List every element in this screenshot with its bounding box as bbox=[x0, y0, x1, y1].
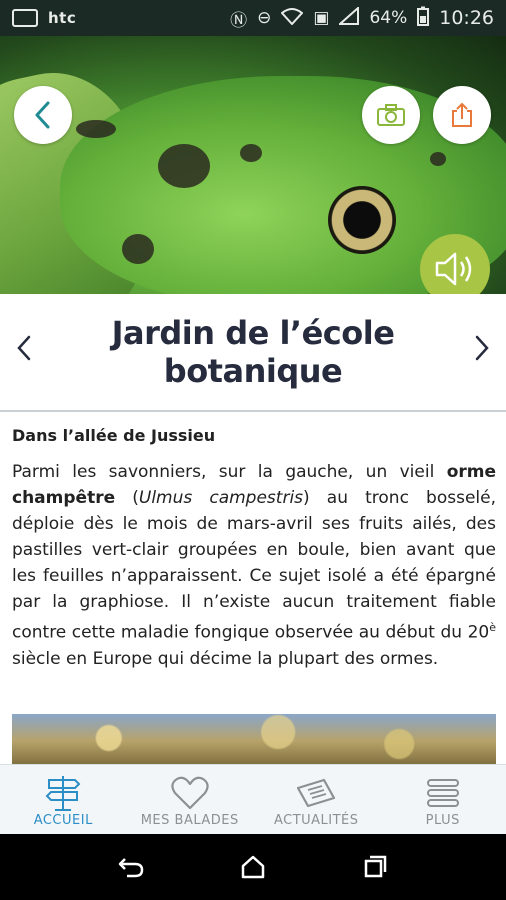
back-arrow-icon bbox=[118, 858, 144, 878]
tab-label: PLUS bbox=[425, 813, 460, 828]
frog-spot bbox=[158, 144, 210, 188]
cast-icon: ▣ bbox=[313, 8, 330, 28]
frog-spot bbox=[122, 234, 154, 264]
system-home-button[interactable] bbox=[233, 847, 273, 887]
tab-actualites[interactable]: ACTUALITÉS bbox=[253, 765, 380, 834]
speaker-icon bbox=[435, 252, 472, 286]
para-text: ) au tronc bosselé, déploie dès le mois … bbox=[12, 488, 496, 643]
carrier-brand: htc bbox=[48, 9, 77, 27]
share-button[interactable] bbox=[433, 86, 491, 144]
do-not-disturb-icon: ⊖ bbox=[257, 8, 272, 28]
chevron-left-icon bbox=[35, 101, 50, 129]
home-icon bbox=[241, 855, 265, 879]
system-back-button[interactable] bbox=[111, 847, 151, 887]
clock: 10:26 bbox=[439, 7, 494, 29]
frog-spot bbox=[76, 120, 116, 138]
system-recents-button[interactable] bbox=[355, 847, 395, 887]
section-subheading: Dans l’allée de Jussieu bbox=[12, 426, 216, 445]
wifi-icon bbox=[280, 7, 304, 30]
tab-label: ACTUALITÉS bbox=[273, 813, 359, 828]
para-text: Parmi les savonniers, sur la gauche, un … bbox=[12, 462, 447, 482]
battery-percent: 64% bbox=[369, 8, 408, 28]
tab-mes-balades[interactable]: MES BALADES bbox=[127, 765, 254, 834]
title-bar: Jardin de l’école botanique bbox=[0, 294, 506, 412]
chevron-right-icon bbox=[475, 335, 489, 361]
tab-label: ACCUEIL bbox=[33, 813, 93, 828]
page-title: Jardin de l’école botanique bbox=[111, 314, 395, 390]
content-body: Dans l’allée de Jussieu Parmi les savonn… bbox=[12, 426, 496, 672]
camera-icon bbox=[377, 104, 405, 126]
para-text: siècle en Europe qui décime la plupart d… bbox=[12, 648, 439, 669]
tab-label: MES BALADES bbox=[140, 813, 239, 828]
next-button[interactable] bbox=[474, 334, 490, 370]
frog-eye bbox=[328, 186, 396, 254]
camera-button[interactable] bbox=[362, 86, 420, 144]
stack-icon bbox=[426, 779, 459, 807]
tab-plus[interactable]: PLUS bbox=[380, 765, 506, 834]
tab-accueil[interactable]: ACCUEIL bbox=[0, 765, 127, 834]
newspaper-icon bbox=[297, 778, 336, 808]
system-nav-bar bbox=[0, 834, 506, 900]
superscript: è bbox=[489, 621, 496, 634]
status-bar: htc Ⓝ ⊖ ▣ 64% 10:26 bbox=[0, 0, 506, 36]
latin-name: Ulmus campestris bbox=[138, 488, 304, 508]
battery-icon bbox=[417, 6, 430, 31]
back-button[interactable] bbox=[14, 86, 72, 144]
share-icon bbox=[452, 102, 472, 127]
keyboard-icon bbox=[12, 9, 38, 27]
recents-icon bbox=[364, 855, 387, 878]
para-text: ( bbox=[115, 488, 139, 508]
previous-button[interactable] bbox=[16, 334, 32, 370]
chevron-left-icon bbox=[17, 335, 31, 361]
frog-spot bbox=[430, 152, 446, 166]
description-paragraph: Parmi les savonniers, sur la gauche, un … bbox=[12, 459, 496, 672]
nfc-icon: Ⓝ bbox=[230, 10, 248, 31]
heart-icon bbox=[171, 776, 209, 810]
signpost-icon bbox=[45, 776, 81, 811]
signal-icon bbox=[337, 5, 360, 30]
hero-image: 3 bbox=[0, 36, 506, 294]
frog-spot bbox=[240, 144, 262, 162]
bottom-tab-bar: ACCUEIL MES BALADES ACTUALITÉS PLUS bbox=[0, 764, 506, 834]
